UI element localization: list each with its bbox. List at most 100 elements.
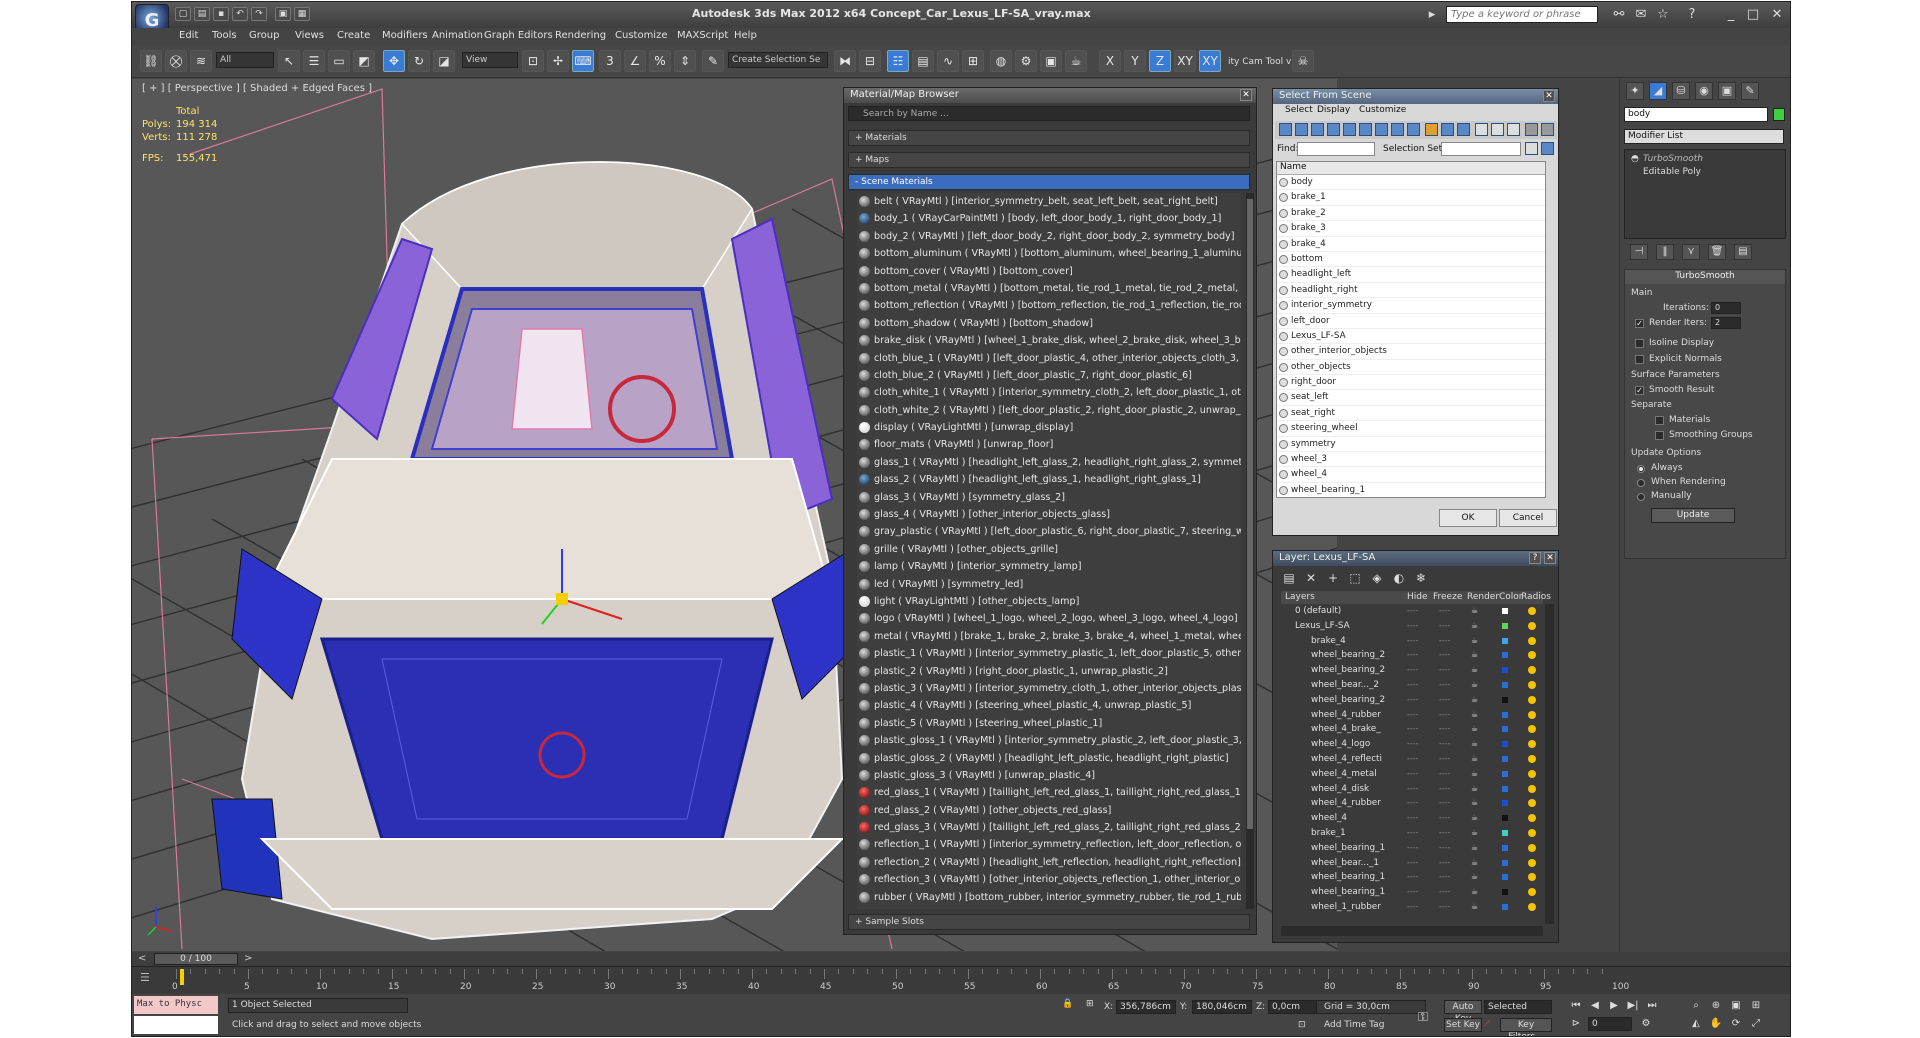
col-freeze[interactable]: Freeze <box>1433 592 1462 602</box>
zoom-all-icon[interactable]: ⊕ <box>1708 999 1724 1013</box>
add-to-layer-icon[interactable]: + <box>1325 570 1341 586</box>
material-item[interactable]: display ( VRayLightMtl ) [unwrap_display… <box>857 419 1241 436</box>
manually-radio[interactable] <box>1637 493 1645 501</box>
material-item[interactable]: reflection_1 ( VRayMtl ) [interior_symme… <box>857 836 1241 853</box>
menu-animation[interactable]: Animation <box>432 30 483 41</box>
radiosity-bulb-icon[interactable] <box>1528 666 1536 675</box>
render-teapot-icon[interactable]: ☕ <box>1471 796 1478 810</box>
material-item[interactable]: red_glass_2 ( VRayMtl ) [other_objects_r… <box>857 802 1241 819</box>
select-scale-icon[interactable]: ◪ <box>433 50 455 72</box>
menu-graph-editors[interactable]: Graph Editors <box>484 30 553 41</box>
graphite-ribbon-icon[interactable]: ▤ <box>912 50 934 72</box>
material-item[interactable]: glass_1 ( VRayMtl ) [headlight_left_glas… <box>857 454 1241 471</box>
name-column-header[interactable]: Name <box>1277 162 1545 175</box>
radiosity-bulb-icon[interactable] <box>1528 799 1536 808</box>
pan-icon[interactable]: ✋ <box>1708 1017 1724 1031</box>
layer-freeze-toggle[interactable]: ---- <box>1439 678 1451 692</box>
render-teapot-icon[interactable]: ☕ <box>1471 811 1478 825</box>
layer-close-icon[interactable]: ✕ <box>1544 552 1556 564</box>
menu-group[interactable]: Group <box>249 30 279 41</box>
radiosity-bulb-icon[interactable] <box>1528 843 1536 852</box>
snaps-toggle-icon[interactable]: 3 <box>599 50 621 72</box>
layer-freeze-toggle[interactable]: ---- <box>1439 767 1451 781</box>
menu-tools[interactable]: Tools <box>212 30 237 41</box>
display-tab-icon[interactable]: ▣ <box>1718 82 1736 100</box>
schematic-view-icon[interactable]: ⊞ <box>962 50 984 72</box>
stack-bulb-icon[interactable]: ◓ <box>1631 154 1639 164</box>
material-item[interactable]: plastic_5 ( VRayMtl ) [steering_wheel_pl… <box>857 715 1241 732</box>
ss-options-icon[interactable] <box>1525 142 1538 155</box>
scene-object-row[interactable]: bottom <box>1277 252 1545 268</box>
radiosity-bulb-icon[interactable] <box>1528 873 1536 882</box>
material-item[interactable]: bottom_aluminum ( VRayMtl ) [bottom_alum… <box>857 245 1241 262</box>
auto-key-button[interactable]: Auto Key <box>1444 1000 1482 1024</box>
radiosity-bulb-icon[interactable] <box>1528 651 1536 660</box>
time-tag-icon[interactable]: ⊡ <box>1298 1020 1306 1030</box>
radiosity-bulb-icon[interactable] <box>1528 784 1536 793</box>
scene-object-row[interactable]: steering_wheel <box>1277 421 1545 437</box>
material-item[interactable]: body_1 ( VRayCarPaintMtl ) [body, left_d… <box>857 210 1241 227</box>
layer-help-icon[interactable]: ? <box>1529 552 1541 564</box>
render-teapot-icon[interactable]: ☕ <box>1471 663 1478 677</box>
layer-freeze-toggle[interactable]: ---- <box>1439 870 1451 884</box>
layer-row[interactable]: wheel_bear..._1 ---- ---- ☕ <box>1281 856 1543 871</box>
material-item[interactable]: plastic_2 ( VRayMtl ) [right_door_plasti… <box>857 663 1241 680</box>
layer-freeze-toggle[interactable]: ---- <box>1439 634 1451 648</box>
layer-freeze-toggle[interactable]: ---- <box>1439 811 1451 825</box>
material-item[interactable]: metal ( VRayMtl ) [brake_1, brake_2, bra… <box>857 628 1241 645</box>
layer-color-swatch[interactable] <box>1502 667 1508 674</box>
materials-checkbox[interactable] <box>1655 416 1664 425</box>
material-item[interactable]: cloth_blue_1 ( VRayMtl ) [left_door_plas… <box>857 350 1241 367</box>
layer-row[interactable]: wheel_bearing_1 ---- ---- ☕ <box>1281 870 1543 885</box>
layer-color-swatch[interactable] <box>1502 844 1508 851</box>
layer-color-swatch[interactable] <box>1502 696 1508 703</box>
find-input[interactable] <box>1297 142 1375 156</box>
radiosity-bulb-icon[interactable] <box>1528 814 1536 823</box>
scene-object-row[interactable]: seat_left <box>1277 390 1545 406</box>
new-file-icon[interactable]: ▢ <box>175 7 191 21</box>
material-item[interactable]: plastic_gloss_1 ( VRayMtl ) [interior_sy… <box>857 732 1241 749</box>
layer-color-swatch[interactable] <box>1502 785 1508 792</box>
material-item[interactable]: plastic_1 ( VRayMtl ) [interior_symmetry… <box>857 645 1241 662</box>
material-item[interactable]: glass_4 ( VRayMtl ) [other_interior_obje… <box>857 506 1241 523</box>
layer-freeze-toggle[interactable]: ---- <box>1439 648 1451 662</box>
layer-row[interactable]: wheel_bearing_2 ---- ---- ☕ <box>1281 693 1543 708</box>
scene-object-row[interactable]: brake_3 <box>1277 221 1545 237</box>
material-item[interactable]: cloth_white_1 ( VRayMtl ) [interior_symm… <box>857 384 1241 401</box>
material-item[interactable]: logo ( VRayMtl ) [wheel_1_logo, wheel_2_… <box>857 610 1241 627</box>
render-teapot-icon[interactable]: ☕ <box>1471 619 1478 633</box>
axis-x-button[interactable]: X <box>1099 50 1121 72</box>
filter-hidden-icon[interactable] <box>1457 123 1470 136</box>
layer-row[interactable]: wheel_1_rubber ---- ---- ☕ <box>1281 900 1543 915</box>
layer-hide-toggle[interactable]: ---- <box>1407 648 1419 662</box>
material-item[interactable]: bottom_cover ( VRayMtl ) [bottom_cover] <box>857 263 1241 280</box>
col-hide[interactable]: Hide <box>1407 592 1428 602</box>
material-item[interactable]: body_2 ( VRayMtl ) [left_door_body_2, ri… <box>857 228 1241 245</box>
material-item[interactable]: lamp ( VRayMtl ) [interior_symmetry_lamp… <box>857 558 1241 575</box>
scene-object-row[interactable]: wheel_bearing_1 <box>1277 483 1545 497</box>
layer-freeze-toggle[interactable]: ---- <box>1439 737 1451 751</box>
scene-object-row[interactable]: body <box>1277 175 1545 191</box>
layer-row[interactable]: Lexus_LF-SA ---- ---- ☕ <box>1281 619 1543 634</box>
set-key-icon[interactable]: ⟋ <box>1484 1019 1490 1029</box>
manipulate-icon[interactable]: ✢ <box>547 50 569 72</box>
isoline-checkbox[interactable] <box>1635 339 1644 348</box>
scene-object-row[interactable]: brake_4 <box>1277 237 1545 252</box>
scene-object-row[interactable]: headlight_right <box>1277 283 1545 299</box>
material-item[interactable]: glass_2 ( VRayMtl ) [headlight_left_glas… <box>857 471 1241 488</box>
remove-modifier-icon[interactable]: 🗑 <box>1708 244 1726 260</box>
layer-freeze-toggle[interactable]: ---- <box>1439 722 1451 736</box>
layer-hide-toggle[interactable]: ---- <box>1407 619 1419 633</box>
favorites-star-icon[interactable]: ☆ <box>1654 6 1672 24</box>
axis-y-button[interactable]: Y <box>1124 50 1146 72</box>
material-item[interactable]: light ( VRayLightMtl ) [other_objects_la… <box>857 593 1241 610</box>
reference-coord-dropdown[interactable]: View <box>462 52 518 68</box>
layer-row[interactable]: wheel_bearing_2 ---- ---- ☕ <box>1281 648 1543 663</box>
key-icon[interactable]: ⚿ <box>1418 1010 1428 1025</box>
material-item[interactable]: plastic_gloss_3 ( VRayMtl ) [unwrap_plas… <box>857 767 1241 784</box>
radiosity-bulb-icon[interactable] <box>1528 902 1536 911</box>
layer-freeze-toggle[interactable]: ---- <box>1439 900 1451 914</box>
col-radiosity[interactable]: Radios <box>1521 592 1551 602</box>
radiosity-bulb-icon[interactable] <box>1528 725 1536 734</box>
layer-color-swatch[interactable] <box>1502 800 1508 807</box>
